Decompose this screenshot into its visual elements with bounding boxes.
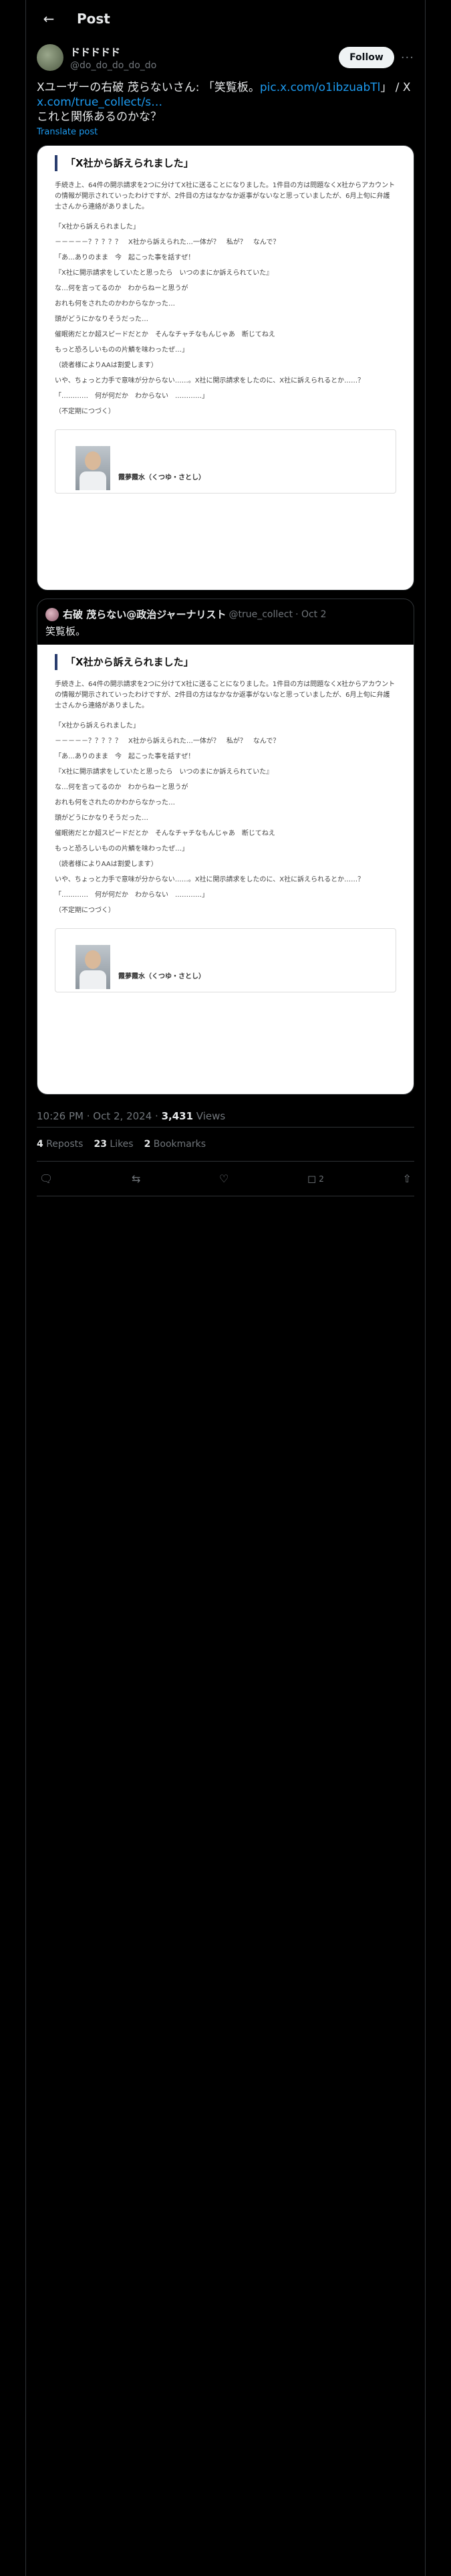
post-text-tail: これと関係あるのかな？ bbox=[37, 110, 162, 124]
bookmark-button[interactable]: ◻ 2 bbox=[307, 1172, 324, 1185]
quoted-article-content: 「X社から訴えられました」 手続き上、64件の開示請求を2つに分けてX社に送るこ… bbox=[37, 645, 414, 992]
bookmarks-label: Bookmarks bbox=[150, 1139, 206, 1150]
repost-icon: ⇆ bbox=[131, 1172, 141, 1185]
back-button[interactable]: ← bbox=[37, 7, 61, 31]
quoted-article-paragraph: 頭がどうにかなりそうだった… bbox=[55, 815, 148, 822]
quoted-post[interactable]: 右破 茂らない@政治ジャーナリスト @true_collect · Oct 2 … bbox=[37, 599, 414, 1095]
quoted-article-paragraph: 手続き上、64件の開示請求を2つに分けてX社に送ることになりました。1件目の方は… bbox=[55, 681, 396, 710]
reposts-stat[interactable]: 4 Reposts bbox=[37, 1139, 83, 1150]
share-icon: ⇧ bbox=[402, 1172, 412, 1185]
views-label: Views bbox=[193, 1110, 226, 1122]
post-image[interactable]: 「X社から訴えられました」 手続き上、64件の開示請求を2つに分けてX社に送るこ… bbox=[37, 145, 414, 591]
article-title: 「X社から訴えられました」 bbox=[55, 155, 396, 171]
post-author: ドドドドド @do_do_do_do_do Follow ··· bbox=[26, 37, 425, 72]
action-bar: 🗨 ⇆ ♡ ◻ 2 ⇧ bbox=[37, 1162, 414, 1196]
author-handle[interactable]: @do_do_do_do_do bbox=[70, 60, 339, 71]
article-paragraph: （不定期につづく） bbox=[55, 408, 115, 415]
reposts-label: Reposts bbox=[43, 1139, 84, 1150]
article-paragraph: （読者様によりAAは割愛します） bbox=[55, 362, 158, 369]
quoted-article-paragraph: －－－－－？？？？？ X社から訴えられた…一体が？ 私が？ なんで？ bbox=[55, 738, 280, 745]
bookmark-count: 2 bbox=[319, 1174, 324, 1184]
quoted-date: · Oct 2 bbox=[295, 609, 327, 620]
bookmarks-stat[interactable]: 2 Bookmarks bbox=[144, 1139, 206, 1150]
likes-label: Likes bbox=[106, 1139, 134, 1150]
article-paragraph: 『X社に開示請求をしていたと思ったら いつのまにか訴えられていた』 bbox=[55, 270, 273, 277]
like-button[interactable]: ♡ bbox=[219, 1172, 229, 1185]
avatar[interactable] bbox=[37, 44, 63, 71]
quoted-article-paragraph: （読者様によりAAは割愛します） bbox=[55, 861, 158, 868]
top-bar: ← Post bbox=[26, 0, 425, 37]
post-time[interactable]: 10:26 PM · Oct 2, 2024 · bbox=[37, 1110, 162, 1122]
post-link-quote[interactable]: x.com/true_collect/s… bbox=[37, 96, 162, 109]
follow-button[interactable]: Follow bbox=[339, 47, 394, 68]
quoted-article-title: 「X社から訴えられました」 bbox=[55, 654, 396, 670]
post-meta: 10:26 PM · Oct 2, 2024 · 3,431 Views bbox=[26, 1095, 425, 1127]
more-icon[interactable]: ··· bbox=[401, 51, 414, 65]
heart-icon: ♡ bbox=[219, 1172, 229, 1185]
translate-post-link[interactable]: Translate post bbox=[26, 124, 425, 137]
article-author-box: 霞夢霞水（くつゆ・さとし） bbox=[55, 429, 396, 494]
post-link-pic[interactable]: pic.x.com/o1ibzuabTl bbox=[260, 81, 381, 94]
quoted-article-paragraph: もっと恐ろしいものの片鱗を味わったぜ…」 bbox=[55, 845, 188, 853]
reply-button[interactable]: 🗨 bbox=[39, 1172, 53, 1185]
arrow-left-icon: ← bbox=[43, 11, 55, 27]
quoted-text: 笑覧板。 bbox=[45, 625, 86, 637]
quoted-article-paragraph: 『X社に開示請求をしていたと思ったら いつのまにか訴えられていた』 bbox=[55, 768, 273, 776]
post-text-main: Xユーザーの右破 茂らないさん: 「笑覧板。 bbox=[37, 81, 260, 94]
post-text-mid: 」 / X bbox=[380, 81, 411, 94]
quoted-article-paragraph: な…何を言ってるのか わからねーと思うが bbox=[55, 784, 188, 791]
quoted-display-name: 右破 茂らない@政治ジャーナリスト bbox=[63, 609, 227, 621]
article-paragraph: －－－－－？？？？？ X社から訴えられた…一体が？ 私が？ なんで？ bbox=[55, 239, 280, 246]
bookmarks-count: 2 bbox=[144, 1139, 151, 1150]
quoted-article-author-box: 霞夢霞水（くつゆ・さとし） bbox=[55, 928, 396, 992]
quoted-image[interactable]: 「X社から訴えられました」 手続き上、64件の開示請求を2つに分けてX社に送るこ… bbox=[37, 645, 414, 1094]
article-paragraph: 「………… 何が何だか わからない …………」 bbox=[55, 393, 208, 400]
article-paragraph: 手続き上、64件の開示請求を2つに分けてX社に送ることになりました。1件目の方は… bbox=[55, 182, 396, 211]
article-author-name: 霞夢霞水（くつゆ・さとし） bbox=[118, 474, 205, 481]
quoted-article-paragraph: いや、ちょっと力手で意味が分からない……。X社に開示請求をしたのに、X社に訴えら… bbox=[55, 876, 365, 883]
article-paragraph: 「X社から訴えられました」 bbox=[55, 223, 140, 231]
quoted-article-paragraph: 「………… 何が何だか わからない …………」 bbox=[55, 891, 208, 899]
main-column: ← Post ドドドドド @do_do_do_do_do Follow ··· … bbox=[25, 0, 426, 2576]
quoted-article-paragraph: 「あ…ありのまま 今 起こった事を話すぜ！ bbox=[55, 753, 195, 760]
quoted-article-paragraph: おれも何をされたのかわからなかった… bbox=[55, 799, 175, 807]
engagement-stats: 4 Reposts 23 Likes 2 Bookmarks bbox=[37, 1127, 414, 1162]
likes-stat[interactable]: 23 Likes bbox=[94, 1139, 133, 1150]
article-paragraph: もっと恐ろしいものの片鱗を味わったぜ…」 bbox=[55, 346, 188, 354]
author-display-name[interactable]: ドドドドド bbox=[70, 45, 339, 59]
author-photo bbox=[76, 446, 110, 490]
post-text: Xユーザーの右破 茂らないさん: 「笑覧板。pic.x.com/o1ibzuab… bbox=[26, 72, 425, 124]
article-paragraph: な…何を言ってるのか わからねーと思うが bbox=[55, 285, 188, 292]
reply-icon: 🗨 bbox=[39, 1172, 53, 1185]
quoted-article-author-name: 霞夢霞水（くつゆ・さとし） bbox=[118, 973, 205, 980]
quoted-handle: @true_collect bbox=[229, 609, 293, 620]
quoted-article-paragraph: 催眠術だとか超スピードだとか そんなチャチなもんじゃあ 断じてねえ bbox=[55, 830, 275, 837]
article-paragraph: 頭がどうにかなりそうだった… bbox=[55, 316, 148, 323]
likes-count: 23 bbox=[94, 1139, 107, 1150]
article-paragraph: 催眠術だとか超スピードだとか そんなチャチなもんじゃあ 断じてねえ bbox=[55, 331, 275, 338]
quoted-author-photo bbox=[76, 945, 110, 989]
quoted-article-paragraph: （不定期につづく） bbox=[55, 907, 115, 914]
quoted-avatar bbox=[45, 607, 59, 621]
reposts-count: 4 bbox=[37, 1139, 43, 1150]
page-title: Post bbox=[77, 11, 110, 27]
quoted-post-header: 右破 茂らない@政治ジャーナリスト @true_collect · Oct 2 bbox=[37, 599, 414, 621]
views-count: 3,431 bbox=[161, 1110, 194, 1122]
repost-button[interactable]: ⇆ bbox=[132, 1172, 140, 1185]
article-paragraph: いや、ちょっと力手で意味が分からない……。X社に開示請求をしたのに、X社に訴えら… bbox=[55, 377, 365, 385]
bookmark-icon: ◻ bbox=[307, 1172, 317, 1185]
share-button[interactable]: ⇧ bbox=[403, 1172, 412, 1185]
article-paragraph: おれも何をされたのかわからなかった… bbox=[55, 300, 175, 308]
article-paragraph: 「あ…ありのまま 今 起こった事を話すぜ！ bbox=[55, 254, 195, 261]
article-content: 「X社から訴えられました」 手続き上、64件の開示請求を2つに分けてX社に送るこ… bbox=[37, 146, 414, 494]
quoted-article-paragraph: 「X社から訴えられました」 bbox=[55, 722, 140, 730]
